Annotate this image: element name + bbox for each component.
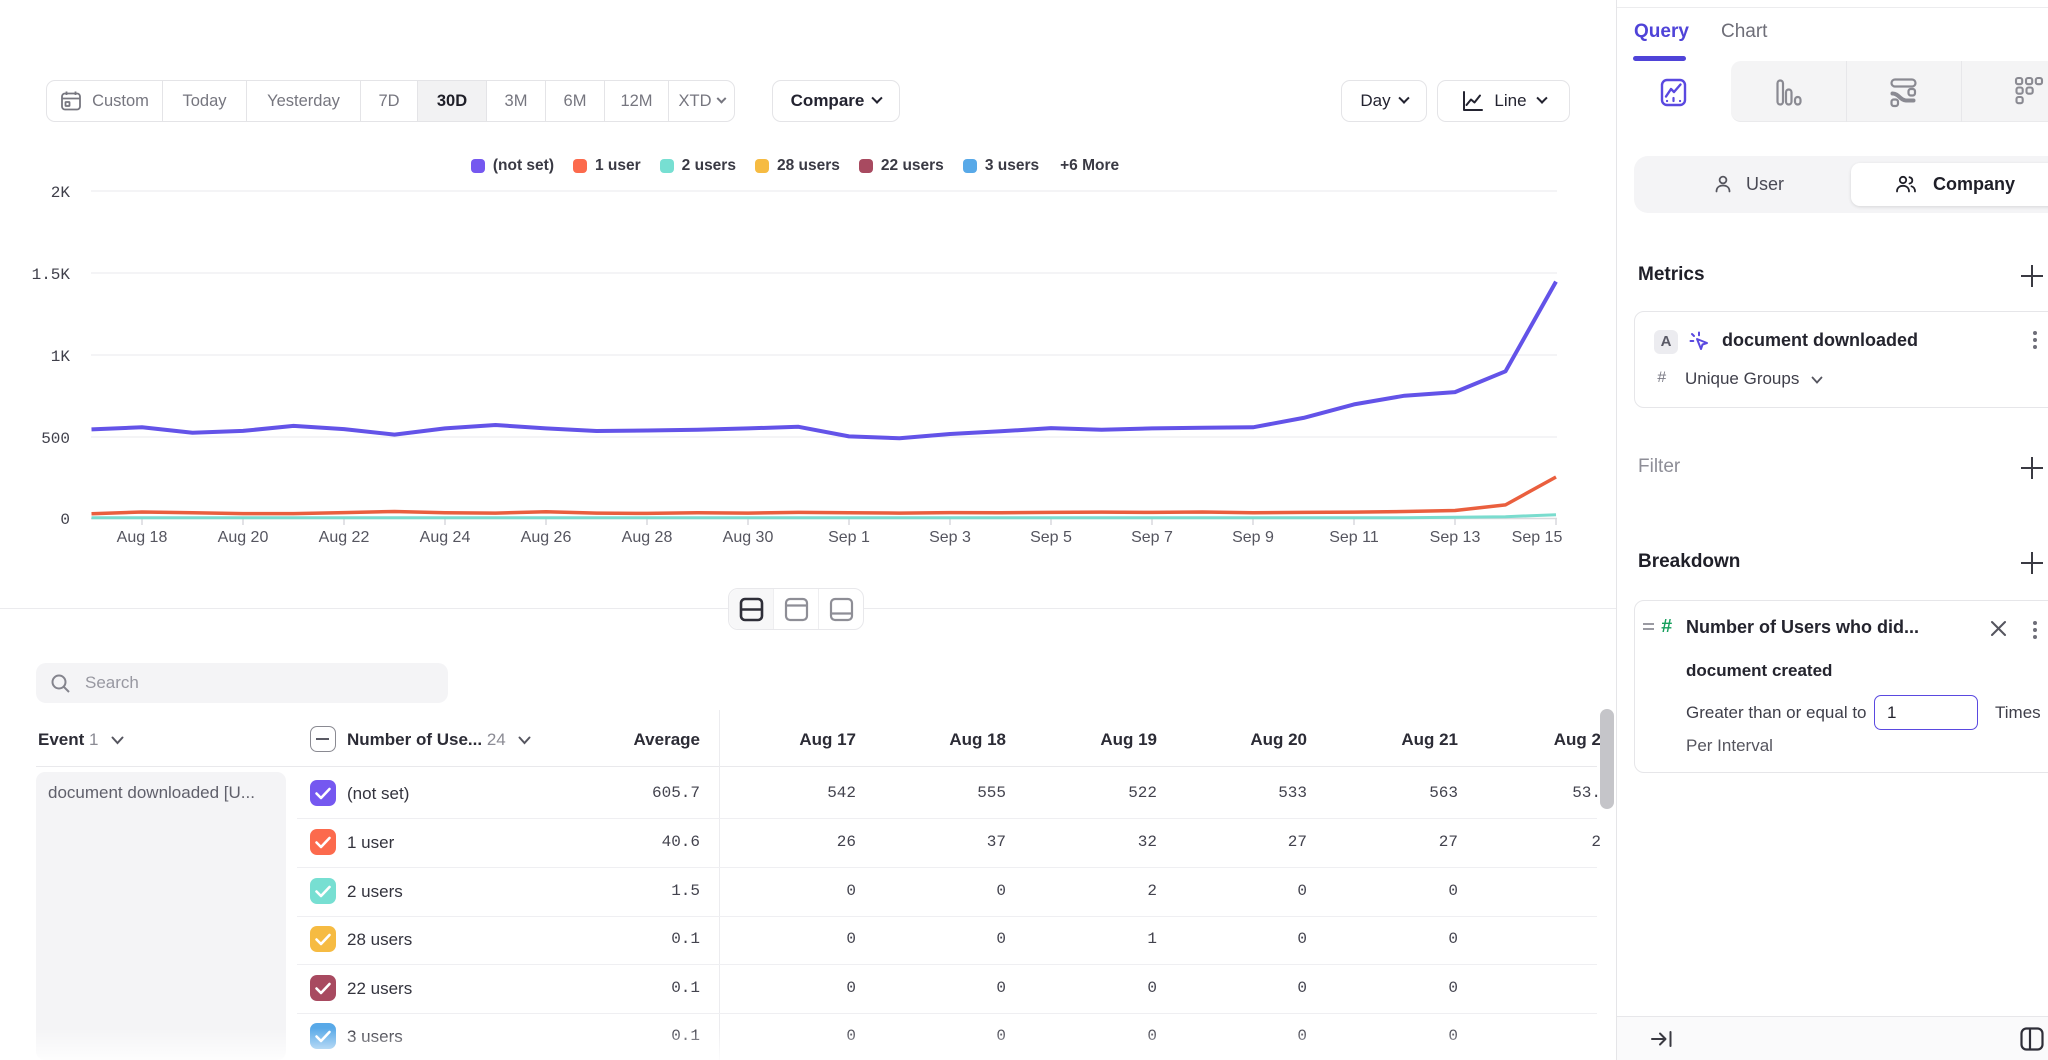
svg-text:Sep 3: Sep 3 (929, 529, 971, 546)
svg-text:Aug 22: Aug 22 (319, 529, 370, 546)
svg-text:Aug 30: Aug 30 (723, 529, 774, 546)
svg-text:Sep 1: Sep 1 (828, 529, 870, 546)
svg-text:Sep 5: Sep 5 (1030, 529, 1072, 546)
svg-text:Sep 9: Sep 9 (1232, 529, 1274, 546)
svg-text:Aug 26: Aug 26 (521, 529, 572, 546)
svg-text:Sep 13: Sep 13 (1430, 529, 1481, 546)
svg-text:Sep 11: Sep 11 (1329, 529, 1379, 546)
svg-text:1.5K: 1.5K (32, 266, 71, 284)
svg-text:2K: 2K (51, 184, 71, 202)
svg-text:0: 0 (60, 511, 70, 529)
svg-text:Aug 20: Aug 20 (218, 529, 269, 546)
svg-text:Aug 28: Aug 28 (622, 529, 673, 546)
svg-text:Sep 7: Sep 7 (1131, 529, 1173, 546)
svg-text:Aug 18: Aug 18 (117, 529, 168, 546)
svg-text:Aug 24: Aug 24 (420, 529, 471, 546)
svg-text:Sep 15: Sep 15 (1512, 529, 1563, 546)
svg-text:1K: 1K (51, 348, 71, 366)
svg-text:500: 500 (41, 430, 70, 448)
